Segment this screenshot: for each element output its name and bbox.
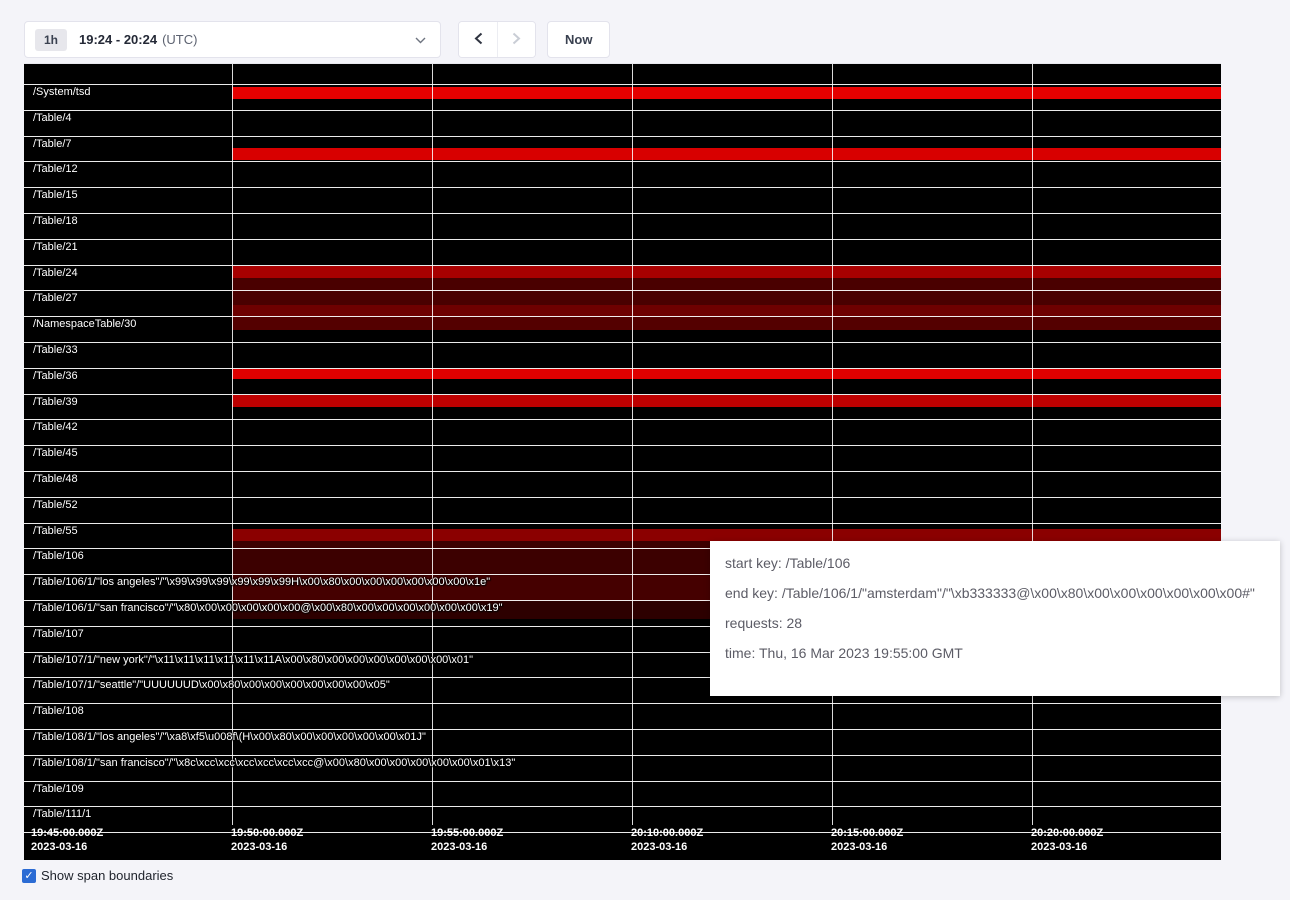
span-row: /Table/33 — [24, 342, 1221, 368]
span-label: /Table/12 — [33, 163, 78, 175]
x-axis-tick: 20:15:00.000Z2023-03-16 — [831, 826, 903, 854]
span-row: /Table/108/1/"los angeles"/"\xa8\xf5\u00… — [24, 729, 1221, 755]
x-axis-tick: 19:55:00.000Z2023-03-16 — [431, 826, 503, 854]
span-row: /Table/109 — [24, 781, 1221, 807]
span-row: /Table/4 — [24, 110, 1221, 136]
span-row: /Table/108/1/"san francisco"/"\x8c\xcc\x… — [24, 755, 1221, 781]
time-range-selector[interactable]: 1h 19:24 - 20:24 (UTC) — [24, 21, 441, 58]
tooltip-time: time: Thu, 16 Mar 2023 19:55:00 GMT — [725, 645, 1265, 661]
now-button[interactable]: Now — [547, 21, 610, 58]
span-label: /Table/108/1/"san francisco"/"\x8c\xcc\x… — [33, 757, 515, 769]
chevron-down-icon — [415, 31, 426, 49]
checkmark-icon: ✓ — [24, 870, 33, 882]
span-label: /Table/106/1/"san francisco"/"\x80\x00\x… — [33, 602, 503, 614]
x-axis-tick: 19:50:00.000Z2023-03-16 — [231, 826, 303, 854]
span-label: /Table/111/1 — [33, 808, 91, 820]
span-label: /Table/24 — [33, 267, 78, 279]
span-row: /Table/21 — [24, 239, 1221, 265]
prev-time-button[interactable] — [459, 22, 497, 57]
time-nav-group — [458, 21, 536, 58]
x-axis-tick: 20:20:00.000Z2023-03-16 — [1031, 826, 1103, 854]
tooltip-start-key: start key: /Table/106 — [725, 555, 1265, 571]
span-label: /Table/39 — [33, 396, 78, 408]
show-span-boundaries-checkbox[interactable]: ✓ — [22, 869, 36, 883]
span-row: /Table/36 — [24, 368, 1221, 394]
span-label: /Table/107/1/"new york"/"\x11\x11\x11\x1… — [33, 654, 473, 666]
x-axis-tick: 20:10:00.000Z2023-03-16 — [631, 826, 703, 854]
span-label: /Table/33 — [33, 344, 78, 356]
footer: ✓ Show span boundaries — [22, 868, 1290, 883]
next-time-button[interactable] — [497, 22, 535, 57]
span-label: /Table/15 — [33, 189, 78, 201]
span-row: /Table/48 — [24, 471, 1221, 497]
x-axis-tick: 19:45:00.000Z2023-03-16 — [31, 826, 103, 854]
span-row: /Table/42 — [24, 419, 1221, 445]
span-row: /Table/39 — [24, 394, 1221, 420]
span-label: /Table/21 — [33, 241, 78, 253]
span-label: /Table/107 — [33, 628, 84, 640]
span-row: /Table/108 — [24, 703, 1221, 729]
span-label: /Table/45 — [33, 447, 78, 459]
span-row: /Table/7 — [24, 136, 1221, 162]
span-label: /Table/4 — [33, 112, 72, 124]
span-label: /Table/18 — [33, 215, 78, 227]
span-label: /Table/106 — [33, 550, 84, 562]
chevron-left-icon — [474, 32, 483, 48]
span-row: /System/tsd — [24, 84, 1221, 110]
tooltip: start key: /Table/106 end key: /Table/10… — [710, 541, 1280, 696]
span-label: /Table/107/1/"seattle"/"UUUUUUD\x00\x80\… — [33, 679, 390, 691]
span-row: /Table/24 — [24, 265, 1221, 291]
span-label: /NamespaceTable/30 — [33, 318, 136, 330]
span-label: /Table/106/1/"los angeles"/"\x99\x99\x99… — [33, 576, 490, 588]
span-label: /Table/109 — [33, 783, 84, 795]
tooltip-requests: requests: 28 — [725, 615, 1265, 631]
span-row: /Table/27 — [24, 290, 1221, 316]
span-label: /Table/36 — [33, 370, 78, 382]
span-row: /Table/52 — [24, 497, 1221, 523]
span-label: /Table/42 — [33, 421, 78, 433]
tooltip-end-key: end key: /Table/106/1/"amsterdam"/"\xb33… — [725, 585, 1265, 601]
span-row: /NamespaceTable/30 — [24, 316, 1221, 342]
span-row: /Table/15 — [24, 187, 1221, 213]
x-axis: 19:45:00.000Z2023-03-16 19:50:00.000Z2023… — [24, 826, 1221, 856]
duration-badge: 1h — [35, 29, 67, 51]
chevron-right-icon — [512, 32, 521, 48]
rows-layer: /System/tsd/Table/4/Table/7/Table/12/Tab… — [24, 84, 1221, 833]
span-label: /System/tsd — [33, 86, 90, 98]
span-label: /Table/27 — [33, 292, 78, 304]
span-row: /Table/12 — [24, 161, 1221, 187]
span-label: /Table/52 — [33, 499, 78, 511]
span-label: /Table/108/1/"los angeles"/"\xa8\xf5\u00… — [33, 731, 426, 743]
span-row: /Table/45 — [24, 445, 1221, 471]
span-label: /Table/55 — [33, 525, 78, 537]
timezone-label: (UTC) — [162, 32, 197, 47]
show-span-boundaries-label: Show span boundaries — [41, 868, 173, 883]
span-row: /Table/18 — [24, 213, 1221, 239]
span-label: /Table/7 — [33, 138, 72, 150]
keyvis-canvas[interactable]: /System/tsd/Table/4/Table/7/Table/12/Tab… — [24, 63, 1221, 860]
span-label: /Table/108 — [33, 705, 84, 717]
toolbar: 1h 19:24 - 20:24 (UTC) Now — [0, 0, 1290, 58]
span-label: /Table/48 — [33, 473, 78, 485]
time-range-label: 19:24 - 20:24 — [79, 32, 157, 47]
